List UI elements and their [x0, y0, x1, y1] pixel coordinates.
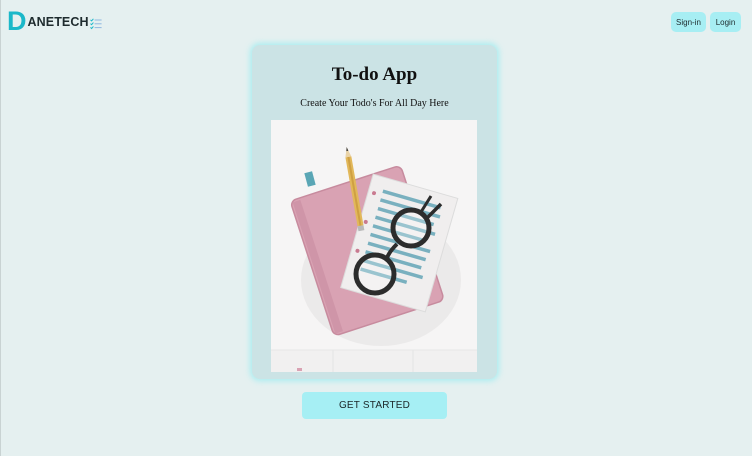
window-edge [0, 0, 1, 456]
logo-text: ANETECH [27, 15, 89, 29]
notebook-glasses-illustration [271, 120, 477, 372]
page: D ANETECH Sign-in Login To-do App Create… [0, 0, 752, 456]
card-subtitle: Create Your Todo's For All Day Here [300, 98, 449, 109]
get-started-button[interactable]: GET STARTED [302, 392, 447, 419]
brand-logo[interactable]: D ANETECH [7, 6, 102, 36]
checklist-icon [89, 17, 102, 30]
signin-button[interactable]: Sign-in [671, 12, 706, 32]
card-title: To-do App [331, 64, 418, 85]
logo-initial: D [7, 6, 27, 36]
intro-card: To-do App Create Your Todo's For All Day… [252, 45, 497, 379]
login-button[interactable]: Login [710, 12, 741, 32]
